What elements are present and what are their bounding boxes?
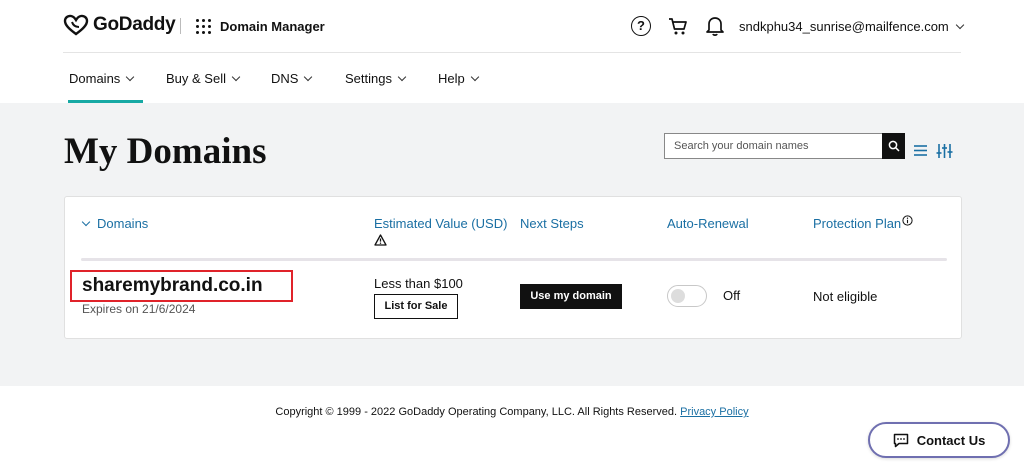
column-header-domains[interactable]: Domains — [81, 216, 149, 231]
protection-plan-status: Not eligible — [813, 289, 878, 304]
nav-dns-label: DNS — [271, 71, 299, 86]
bell-icon[interactable] — [705, 15, 725, 37]
account-menu[interactable]: sndkphu34_sunrise@mailfence.com — [739, 19, 965, 34]
nav-settings-label: Settings — [345, 71, 392, 86]
nav-domains[interactable]: Domains — [67, 71, 144, 103]
main-content: My Domains Domains Estimated Value (USD) — [0, 103, 1024, 386]
chevron-down-icon — [955, 20, 965, 29]
footer: Copyright © 1999 - 2022 GoDaddy Operatin… — [0, 386, 1024, 471]
nav-buy-sell[interactable]: Buy & Sell — [166, 71, 241, 86]
brand-name: GoDaddy — [93, 14, 176, 35]
filter-icon[interactable] — [936, 143, 953, 159]
chat-icon — [893, 433, 908, 447]
nav-help[interactable]: Help — [438, 71, 479, 86]
list-for-sale-button[interactable]: List for Sale — [374, 294, 458, 319]
nav-settings[interactable]: Settings — [345, 71, 407, 86]
column-header-estimated-value[interactable]: Estimated Value (USD) — [374, 216, 507, 231]
toggle-knob — [671, 289, 685, 303]
main-nav: Domains Buy & Sell DNS Settings Help — [0, 53, 1024, 103]
search-button[interactable] — [882, 133, 905, 159]
contact-us-label: Contact Us — [916, 432, 986, 448]
search-input[interactable] — [664, 133, 882, 159]
nav-dns[interactable]: DNS — [271, 71, 313, 86]
domain-search — [664, 133, 905, 159]
domain-expiry: Expires on 21/6/2024 — [82, 302, 196, 316]
nav-help-label: Help — [438, 71, 465, 86]
chevron-down-icon — [231, 72, 241, 81]
column-header-next-steps[interactable]: Next Steps — [520, 216, 584, 231]
auto-renewal-status: Off — [723, 288, 741, 303]
use-my-domain-button[interactable]: Use my domain — [520, 284, 622, 309]
chevron-down-icon — [81, 217, 91, 226]
table-header-rule — [81, 258, 947, 261]
copyright-label: Copyright © 1999 - 2022 GoDaddy Operatin… — [275, 406, 678, 418]
chevron-down-icon — [126, 72, 135, 81]
chevron-down-icon — [397, 72, 407, 81]
page-title: My Domains — [64, 131, 267, 172]
domains-table-card: Domains Estimated Value (USD) Next Steps… — [64, 196, 962, 339]
warning-icon[interactable] — [374, 234, 387, 246]
contact-us-button[interactable]: Contact Us — [868, 422, 1010, 458]
chevron-down-icon — [470, 72, 479, 81]
godaddy-logo[interactable]: GoDaddy — [63, 14, 176, 36]
app-grid-icon[interactable] — [196, 19, 211, 34]
search-icon — [888, 140, 900, 152]
auto-renewal-toggle[interactable] — [667, 285, 707, 307]
info-icon[interactable] — [902, 215, 913, 226]
copyright-text: Copyright © 1999 - 2022 GoDaddy Operatin… — [0, 406, 1024, 418]
godaddy-logo-icon — [63, 14, 89, 36]
list-view-icon[interactable] — [913, 144, 928, 157]
privacy-policy-link[interactable]: Privacy Policy — [680, 406, 748, 418]
chevron-down-icon — [304, 72, 313, 81]
top-header: GoDaddy Domain Manager ? sndkphu34_sunri… — [0, 0, 1024, 54]
estimated-value: Less than $100 — [374, 276, 463, 291]
nav-buy-sell-label: Buy & Sell — [166, 71, 226, 86]
column-header-protection-plan[interactable]: Protection Plan — [813, 215, 913, 231]
column-header-auto-renewal[interactable]: Auto-Renewal — [667, 216, 749, 231]
help-icon[interactable]: ? — [631, 16, 651, 36]
column-header-protection-plan-label: Protection Plan — [813, 216, 902, 231]
cart-icon[interactable] — [668, 16, 688, 36]
header-divider — [180, 18, 181, 34]
nav-domains-label: Domains — [69, 71, 121, 86]
column-header-domains-label: Domains — [97, 216, 149, 231]
app-name[interactable]: Domain Manager — [220, 19, 325, 34]
account-email: sndkphu34_sunrise@mailfence.com — [739, 19, 949, 34]
domain-name-link[interactable]: sharemybrand.co.in — [82, 275, 263, 297]
